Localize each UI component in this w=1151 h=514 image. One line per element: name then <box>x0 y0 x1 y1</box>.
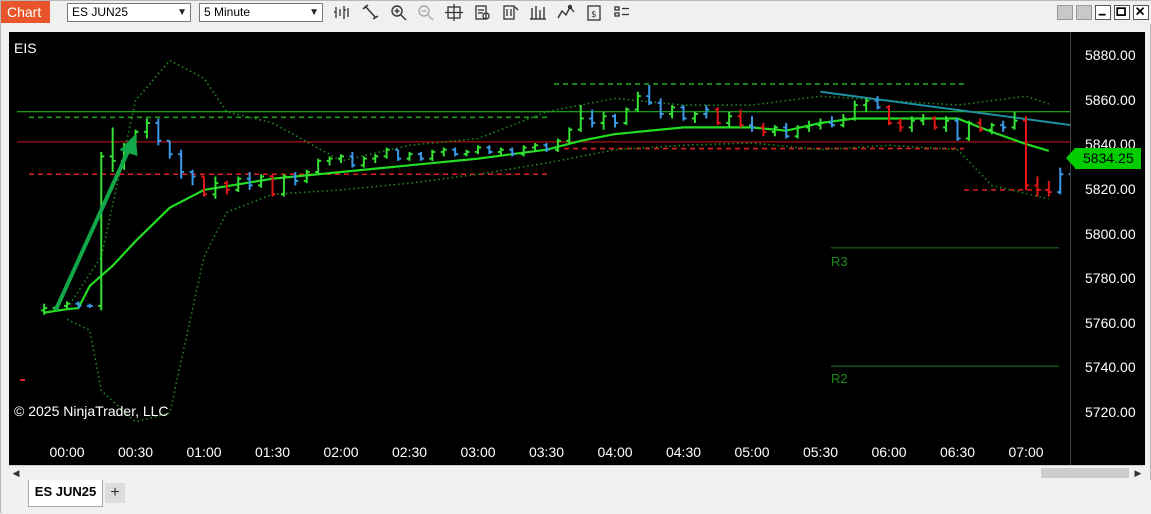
price-tick-label: 5740.00 <box>1085 359 1136 376</box>
chevron-down-icon: ▼ <box>309 7 319 18</box>
properties-icon[interactable] <box>501 4 519 21</box>
time-tick-label: 01:30 <box>254 444 291 460</box>
price-tick-label: 5780.00 <box>1085 270 1136 287</box>
price-axis[interactable]: 5880.00 5860.00 5840.00 5820.00 5800.00 5780.… <box>1070 32 1145 465</box>
interval-selector[interactable]: 5 Minute ▼ <box>199 3 323 22</box>
arrow-head <box>119 134 138 157</box>
time-tick-label: 05:00 <box>734 444 770 460</box>
time-tick-label: 00:30 <box>117 444 154 460</box>
time-tick-label: 06:00 <box>871 444 907 460</box>
tab-bar: ES JUN25 + <box>1 480 1151 514</box>
lower-band-line <box>66 142 1049 423</box>
instrument-label: EIS <box>14 40 37 56</box>
draw-icon[interactable] <box>362 4 380 21</box>
maximize-icon[interactable] <box>1114 5 1130 20</box>
chart-toolbar: Chart ES JUN25 ▼ 5 Minute ▼ $ <box>1 1 1151 24</box>
strategies-icon[interactable] <box>557 4 575 21</box>
zoom-out-icon[interactable] <box>417 4 435 21</box>
price-tick-label: 5820.00 <box>1085 180 1136 197</box>
price-plot[interactable] <box>9 32 1070 465</box>
indicators-icon[interactable] <box>529 4 547 21</box>
time-tick-label: 02:00 <box>323 444 359 460</box>
scroll-thumb[interactable] <box>1041 468 1129 478</box>
restore-icon[interactable] <box>1057 5 1073 20</box>
r2-label: R2 <box>831 371 848 386</box>
upper-band-line <box>66 59 1050 309</box>
crosshair-icon[interactable] <box>445 4 463 21</box>
price-tick-label: 5860.00 <box>1085 91 1136 108</box>
tab-es-jun25[interactable]: ES JUN25 <box>28 480 103 507</box>
horizontal-scrollbar[interactable]: ◀ ▶ <box>9 465 1145 480</box>
price-tick-label: 5720.00 <box>1085 404 1136 420</box>
arrow-shaft <box>53 147 132 312</box>
last-price-marker: 5834.25 <box>1066 148 1141 170</box>
minimize-icon[interactable] <box>1095 5 1111 20</box>
svg-text:$: $ <box>591 10 597 20</box>
time-tick-label: 00:00 <box>49 444 85 460</box>
time-tick-label: 03:00 <box>460 444 496 460</box>
more-icon[interactable] <box>613 4 631 21</box>
pin-icon[interactable] <box>1076 5 1092 20</box>
instrument-selector[interactable]: ES JUN25 ▼ <box>67 3 191 22</box>
bar-spacing-icon[interactable] <box>333 4 351 21</box>
data-box-icon[interactable] <box>473 4 491 21</box>
time-tick-label: 01:00 <box>186 444 222 460</box>
scroll-right-icon[interactable]: ▶ <box>1131 466 1145 480</box>
price-tick-label: 5760.00 <box>1085 314 1136 331</box>
time-tick-label: 04:30 <box>665 444 702 460</box>
price-tick-label: 5880.00 <box>1085 47 1136 63</box>
time-tick-label: 07:00 <box>1008 444 1044 460</box>
time-tick-label: 03:30 <box>528 444 565 460</box>
price-tick-label: 5800.00 <box>1085 225 1136 242</box>
window-title[interactable]: Chart <box>1 1 50 23</box>
close-icon[interactable] <box>1133 5 1149 20</box>
chart-panel[interactable]: EIS © 2025 NinjaTrader, LLC R3 R2 5880.0… <box>9 32 1145 465</box>
time-tick-label: 05:30 <box>802 444 839 460</box>
interval-selector-value: 5 Minute <box>204 5 251 19</box>
instrument-selector-value: ES JUN25 <box>72 5 129 19</box>
time-tick-label: 06:30 <box>939 444 976 460</box>
scroll-left-icon[interactable]: ◀ <box>9 466 23 480</box>
copyright-text: © 2025 NinjaTrader, LLC <box>14 403 169 419</box>
time-tick-label: 02:30 <box>391 444 428 460</box>
time-tick-label: 04:00 <box>597 444 633 460</box>
add-tab-button[interactable]: + <box>105 483 125 503</box>
chevron-down-icon: ▼ <box>177 7 187 18</box>
zoom-in-icon[interactable] <box>390 4 408 21</box>
chart-trader-icon[interactable]: $ <box>585 4 603 21</box>
chart-window: Chart ES JUN25 ▼ 5 Minute ▼ $ EIS © 2025… <box>0 0 1151 514</box>
r3-label: R3 <box>831 254 848 269</box>
